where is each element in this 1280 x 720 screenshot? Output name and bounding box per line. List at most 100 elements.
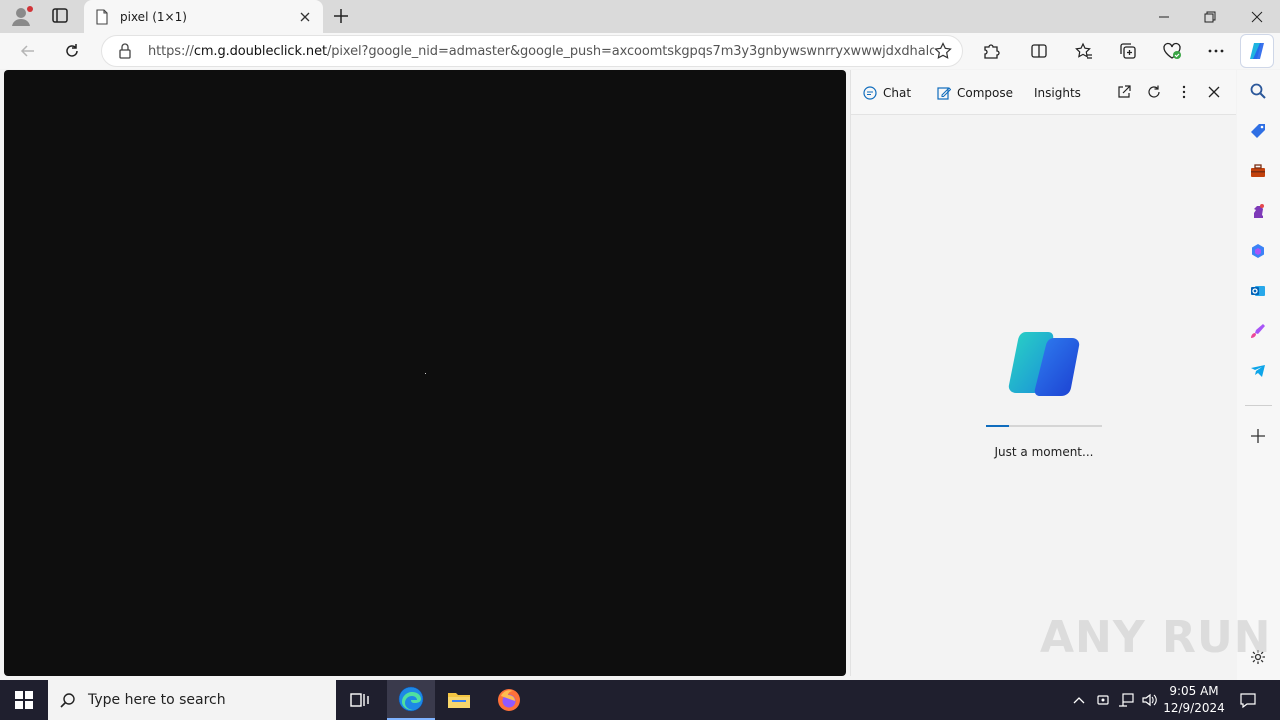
taskbar-firefox[interactable] xyxy=(485,680,533,720)
edge-icon xyxy=(398,686,424,712)
sidebar-designer-button[interactable] xyxy=(1248,321,1268,341)
minimize-button[interactable] xyxy=(1141,0,1187,33)
chess-icon xyxy=(1254,204,1264,218)
close-icon xyxy=(300,12,310,21)
heart-pulse-icon xyxy=(1163,42,1181,59)
copilot-header: Chat Compose Insights xyxy=(851,70,1236,115)
folder-icon xyxy=(448,693,470,708)
favorites-icon xyxy=(1075,42,1092,59)
search-icon xyxy=(60,693,75,708)
close-icon xyxy=(1251,11,1263,22)
plus-icon xyxy=(334,9,348,23)
chevron-up-icon xyxy=(1073,697,1085,704)
tray-device-button[interactable] xyxy=(1093,690,1113,710)
sidebar-tools-button[interactable] xyxy=(1248,161,1268,181)
pane-more-button[interactable] xyxy=(1174,82,1194,102)
page-content-area[interactable] xyxy=(4,70,846,676)
refresh-button[interactable] xyxy=(58,37,86,65)
notification-icon xyxy=(1240,693,1256,708)
collections-button[interactable] xyxy=(1114,37,1142,65)
taskbar-search-placeholder: Type here to search xyxy=(88,692,226,708)
copilot-pane: Chat Compose Insights Just a moment... xyxy=(850,70,1236,676)
refresh-pane-button[interactable] xyxy=(1144,82,1164,102)
taskbar-search-box[interactable]: Type here to search xyxy=(48,680,336,720)
sidebar-games-button[interactable] xyxy=(1248,201,1268,221)
new-tab-button[interactable] xyxy=(330,5,352,27)
sidebar-telegram-button[interactable] xyxy=(1248,361,1268,381)
clock-time: 9:05 AM xyxy=(1169,684,1219,698)
back-button[interactable] xyxy=(14,37,42,65)
tab-compose[interactable]: Compose xyxy=(937,83,1013,103)
tab-chat-label: Chat xyxy=(883,86,912,100)
tab-close-button[interactable] xyxy=(297,9,313,25)
url-scheme: https:// xyxy=(148,43,194,59)
taskbar: Type here to search 9:05 AM 12/9/2024 xyxy=(0,680,1280,720)
shopping-tag-icon xyxy=(1251,124,1265,138)
more-vertical-icon xyxy=(1182,85,1186,99)
sidebar-shopping-button[interactable] xyxy=(1248,121,1268,141)
tray-show-hidden-button[interactable] xyxy=(1069,690,1089,710)
microsoft365-icon xyxy=(1252,244,1264,258)
clock-date: 12/9/2024 xyxy=(1163,701,1225,715)
tab-insights-label: Insights xyxy=(1034,86,1081,100)
tab-chat[interactable]: Chat xyxy=(863,83,911,103)
tray-network-button[interactable] xyxy=(1116,690,1136,710)
start-button[interactable] xyxy=(0,680,48,720)
taskbar-edge[interactable] xyxy=(387,680,435,720)
external-link-icon xyxy=(1118,85,1131,98)
taskbar-clock[interactable]: 9:05 AM 12/9/2024 xyxy=(1162,683,1226,717)
telegram-icon xyxy=(1251,365,1265,377)
task-view-icon xyxy=(350,693,369,707)
profile-button[interactable] xyxy=(8,5,34,27)
close-icon xyxy=(1208,86,1220,98)
tab-actions-icon xyxy=(52,8,68,23)
arrow-left-icon xyxy=(20,45,34,57)
restore-icon xyxy=(1204,11,1216,22)
usb-device-icon xyxy=(1097,695,1109,705)
add-icon xyxy=(1251,429,1265,443)
url-text[interactable]: https://cm.g.doubleclick.net/pixel?googl… xyxy=(148,44,934,59)
lock-icon[interactable] xyxy=(116,42,134,60)
speaker-icon xyxy=(1142,693,1157,707)
close-pane-button[interactable] xyxy=(1204,82,1224,102)
close-window-button[interactable] xyxy=(1234,0,1280,33)
tab-compose-label: Compose xyxy=(957,86,1014,100)
split-screen-button[interactable] xyxy=(1025,37,1053,65)
sidebar-outlook-button[interactable] xyxy=(1248,281,1268,301)
sidebar-add-button[interactable] xyxy=(1248,426,1268,446)
restore-button[interactable] xyxy=(1187,0,1233,33)
copilot-button[interactable] xyxy=(1240,34,1274,68)
browser-essentials-button[interactable] xyxy=(1158,37,1186,65)
extensions-button[interactable] xyxy=(977,37,1005,65)
title-bar: pixel (1×1) xyxy=(0,0,1280,33)
chat-icon xyxy=(863,86,877,100)
anyrun-watermark: ANY RUN xyxy=(1040,612,1272,663)
action-center-button[interactable] xyxy=(1238,690,1258,710)
puzzle-icon xyxy=(984,44,1000,59)
tray-volume-button[interactable] xyxy=(1140,690,1160,710)
loading-progress-bar xyxy=(986,425,1102,427)
open-in-new-button[interactable] xyxy=(1114,82,1134,102)
taskbar-file-explorer[interactable] xyxy=(435,680,483,720)
copilot-icon xyxy=(1250,43,1264,59)
address-toolbar: https://cm.g.doubleclick.net/pixel?googl… xyxy=(0,33,1280,69)
sidebar-m365-button[interactable] xyxy=(1248,241,1268,261)
designer-icon xyxy=(1251,324,1265,338)
refresh-icon xyxy=(1148,85,1160,98)
tab-active[interactable]: pixel (1×1) xyxy=(84,0,323,33)
profile-icon xyxy=(12,6,33,26)
sidebar-search-button[interactable] xyxy=(1248,81,1268,101)
star-icon[interactable] xyxy=(934,42,952,60)
more-menu-button[interactable] xyxy=(1202,37,1230,65)
collections-icon xyxy=(1120,43,1136,59)
search-icon xyxy=(1250,83,1266,99)
tab-insights[interactable]: Insights xyxy=(1034,83,1081,103)
task-view-button[interactable] xyxy=(336,680,384,720)
firefox-icon xyxy=(498,689,520,711)
tab-actions-button[interactable] xyxy=(48,5,72,27)
outlook-icon xyxy=(1251,286,1265,296)
address-bar[interactable]: https://cm.g.doubleclick.net/pixel?googl… xyxy=(101,35,963,67)
favorites-button[interactable] xyxy=(1070,37,1098,65)
refresh-icon xyxy=(66,44,78,57)
windows-logo-icon xyxy=(15,691,33,709)
